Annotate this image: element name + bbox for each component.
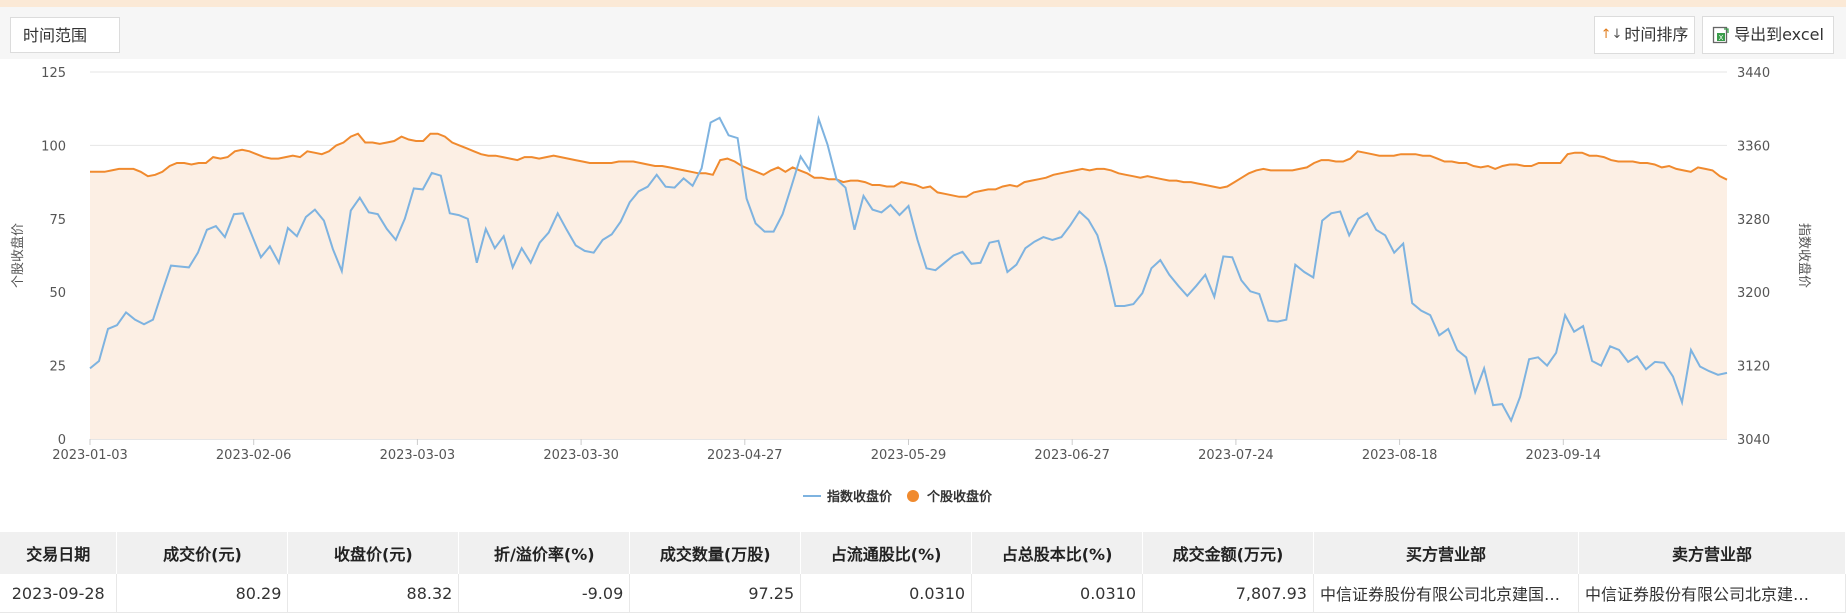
cell-trade-date: 2023-09-28 bbox=[0, 574, 118, 613]
svg-text:X: X bbox=[1719, 34, 1724, 42]
cell-close-price: 88.32 bbox=[287, 574, 460, 613]
cell-buyer-branch[interactable]: 中信证券股份有限公司北京建国… bbox=[1313, 574, 1579, 613]
cell-amount: 7,807.93 bbox=[1142, 574, 1314, 613]
cell-seller-branch[interactable]: 中信证券股份有限公司北京建… bbox=[1578, 574, 1846, 613]
cell-deal-price: 80.29 bbox=[116, 574, 289, 613]
header-seller-branch[interactable]: 卖方营业部 bbox=[1578, 532, 1846, 574]
table-row: 2023-09-28 80.29 88.32 -9.09 97.25 0.031… bbox=[0, 574, 1846, 613]
x-axis-tick-label: 2023-06-27 bbox=[1034, 448, 1110, 463]
export-excel-button[interactable]: X 导出到excel bbox=[1702, 16, 1834, 54]
header-volume[interactable]: 成交数量(万股) bbox=[629, 532, 802, 574]
legend-stock-swatch bbox=[907, 490, 919, 502]
left-axis-tick-label: 25 bbox=[49, 360, 66, 375]
x-axis-tick-label: 2023-02-06 bbox=[216, 448, 292, 463]
right-axis-tick-label: 3280 bbox=[1737, 213, 1770, 228]
left-axis-tick-label: 50 bbox=[49, 286, 66, 301]
sort-button-label: 时间排序 bbox=[1624, 25, 1689, 44]
header-buyer-branch[interactable]: 买方营业部 bbox=[1313, 532, 1579, 574]
sort-arrows-icon: ↑↓ bbox=[1600, 27, 1623, 42]
left-axis-tick-label: 0 bbox=[58, 433, 66, 448]
header-amount[interactable]: 成交金额(万元) bbox=[1142, 532, 1314, 574]
cell-premium-rate: -9.09 bbox=[458, 574, 631, 613]
header-total-ratio[interactable]: 占总股本比(%) bbox=[971, 532, 1144, 574]
cell-volume: 97.25 bbox=[629, 574, 802, 613]
header-premium-rate[interactable]: 折/溢价率(%) bbox=[458, 532, 631, 574]
export-button-label: 导出到excel bbox=[1734, 25, 1824, 44]
chart-legend: 指数收盘价 个股收盘价 bbox=[803, 489, 993, 505]
time-range-button[interactable]: 时间范围 bbox=[10, 17, 120, 53]
x-axis-tick-label: 2023-08-18 bbox=[1362, 448, 1438, 463]
block-trade-table: 交易日期 成交价(元) 收盘价(元) 折/溢价率(%) 成交数量(万股) 占流通… bbox=[0, 532, 1846, 613]
x-axis-tick-label: 2023-01-03 bbox=[52, 448, 128, 463]
legend-stock-label: 个股收盘价 bbox=[926, 489, 993, 505]
x-axis-tick-label: 2023-03-30 bbox=[543, 448, 619, 463]
stock-close-area bbox=[90, 133, 1727, 439]
x-axis-tick-label: 2023-09-14 bbox=[1526, 448, 1602, 463]
top-accent-line bbox=[0, 0, 1846, 7]
right-axis-tick-label: 3040 bbox=[1737, 433, 1770, 448]
time-sort-button[interactable]: ↑↓ 时间排序 bbox=[1594, 16, 1695, 54]
left-axis-title: 个股收盘价 bbox=[10, 223, 26, 288]
toolbar: 时间范围 ↑↓ 时间排序 X 导出到excel bbox=[0, 7, 1846, 59]
left-axis-tick-label: 100 bbox=[41, 139, 66, 154]
left-axis-tick-label: 125 bbox=[41, 66, 66, 81]
right-axis-tick-label: 3360 bbox=[1737, 139, 1770, 154]
x-axis-tick-label: 2023-07-24 bbox=[1198, 448, 1274, 463]
cell-total-ratio: 0.0310 bbox=[971, 574, 1144, 613]
header-close-price[interactable]: 收盘价(元) bbox=[287, 532, 460, 574]
right-axis-tick-label: 3200 bbox=[1737, 286, 1770, 301]
cell-float-ratio: 0.0310 bbox=[800, 574, 973, 613]
excel-export-icon: X bbox=[1712, 26, 1729, 44]
x-axis-tick-label: 2023-03-03 bbox=[380, 448, 456, 463]
legend-index-label: 指数收盘价 bbox=[827, 489, 893, 505]
header-float-ratio[interactable]: 占流通股比(%) bbox=[800, 532, 973, 574]
price-line-chart: 0 25 50 75 100 125 3040 3120 3200 3280 3360 3440 个股收… bbox=[10, 66, 1812, 463]
right-axis-tick-label: 3440 bbox=[1737, 66, 1770, 81]
x-axis-tick-label: 2023-04-27 bbox=[707, 448, 783, 463]
table-header-row: 交易日期 成交价(元) 收盘价(元) 折/溢价率(%) 成交数量(万股) 占流通… bbox=[0, 532, 1846, 574]
x-axis-tick-label: 2023-05-29 bbox=[871, 448, 947, 463]
header-trade-date[interactable]: 交易日期 bbox=[0, 532, 118, 574]
right-axis-title: 指数收盘价 bbox=[1796, 223, 1812, 288]
header-deal-price[interactable]: 成交价(元) bbox=[116, 532, 289, 574]
left-axis-tick-label: 75 bbox=[49, 213, 66, 228]
right-axis-tick-label: 3120 bbox=[1737, 360, 1770, 375]
